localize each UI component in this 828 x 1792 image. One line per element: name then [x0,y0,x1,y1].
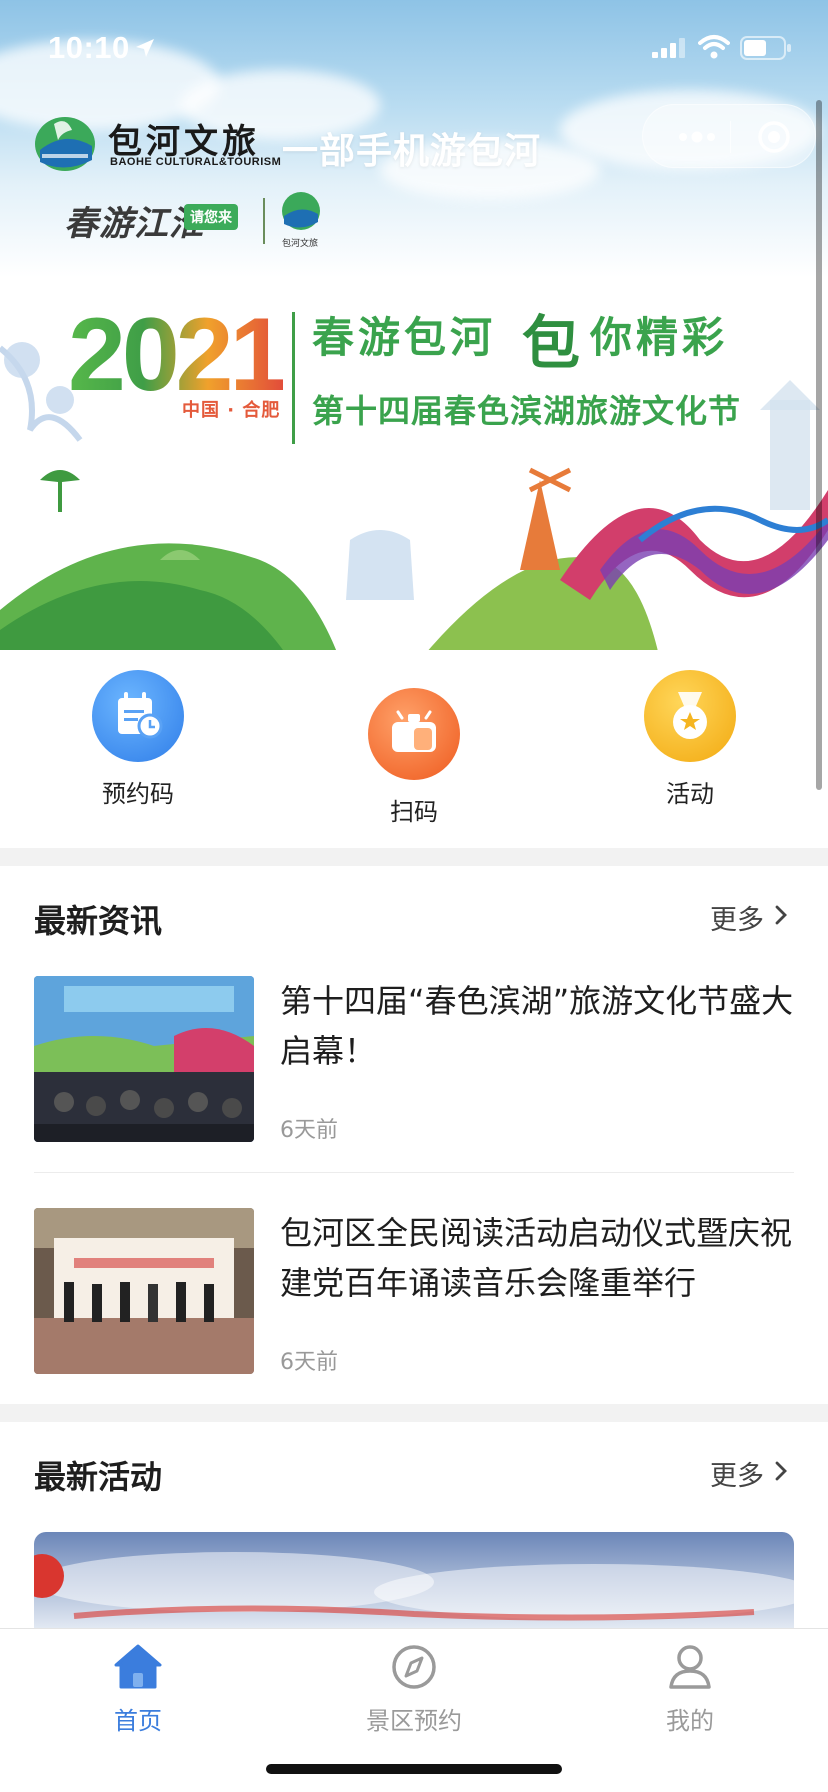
location-arrow-icon [136,39,154,57]
calendar-clock-icon [92,670,184,762]
status-bar: 10:10 [0,0,828,96]
quick-action-label: 扫码 [390,798,438,826]
tab-label: 景区预约 [366,1707,462,1735]
spring-campaign-text: 春游江淮 [64,204,204,244]
more-link-label: 更多 [710,1461,764,1492]
news-section: 最新资讯 更多 第十四届“春色滨湖”旅游文化节盛大启幕！ 6天前 包河区全民阅读… [0,866,828,1404]
user-icon [669,1645,711,1689]
status-time: 10:10 [48,30,130,65]
tab-label: 首页 [114,1707,162,1735]
divider [34,1172,794,1173]
close-target-icon[interactable] [757,120,791,154]
activity-banner[interactable] [34,1532,794,1632]
tab-profile[interactable]: 我的 [610,1643,770,1736]
miniprogram-capsule [642,104,816,168]
medal-icon [644,670,736,762]
divider [263,198,265,244]
quick-action-label: 预约码 [102,780,174,808]
more-dots-icon[interactable] [677,129,717,145]
quick-action-scan[interactable]: 扫码 [334,688,494,827]
news-time: 6天前 [280,1118,338,1143]
scan-icon [368,688,460,780]
capsule-divider [730,121,731,153]
section-title: 最新活动 [34,1458,163,1496]
signal-icon [652,38,685,58]
slogan: 一部手机游包河 [282,131,542,172]
tab-scenic-reservation[interactable]: 景区预约 [334,1643,494,1736]
tab-label: 我的 [666,1707,714,1735]
activities-section: 最新活动 更多 [0,1422,828,1632]
news-thumbnail [34,976,254,1142]
section-title: 最新资讯 [34,902,163,940]
news-title: 包河区全民阅读活动启动仪式暨庆祝建党百年诵读音乐会隆重举行 [280,1214,793,1302]
wifi-icon [698,35,730,59]
quick-action-label: 活动 [666,780,714,808]
news-thumbnail [34,1208,254,1374]
brand-subtitle: BAOHE CULTURAL&TOURISM [110,156,282,168]
scenery-illustration [0,342,828,660]
news-item[interactable]: 第十四届“春色滨湖”旅游文化节盛大启幕！ 6天前 [34,976,794,1143]
more-link-label: 更多 [710,905,764,936]
quick-actions: 预约码 扫码 活动 [0,650,828,848]
news-item[interactable]: 包河区全民阅读活动启动仪式暨庆祝建党百年诵读音乐会隆重举行 6天前 [34,1208,794,1375]
home-icon [114,1644,162,1689]
scrollbar[interactable] [816,100,822,790]
news-time: 6天前 [280,1350,338,1375]
quick-action-activities[interactable]: 活动 [610,670,770,809]
small-logo-icon [282,192,320,230]
compass-icon [392,1645,436,1689]
home-indicator[interactable] [266,1764,562,1774]
chevron-right-icon [775,905,787,925]
battery-icon [740,36,791,60]
quick-action-reservation-code[interactable]: 预约码 [58,670,218,809]
news-title: 第十四届“春色滨湖”旅游文化节盛大启幕！ [280,982,794,1070]
brand-logo-icon [35,117,95,171]
tab-home[interactable]: 首页 [58,1643,218,1736]
hero-banner: 10:10 包河文旅 BAOHE CULTURAL&TOURISM 一部手机游包… [0,0,828,660]
chevron-right-icon [775,1461,787,1481]
spring-campaign-tag: 请您来 [184,204,238,230]
small-logo-text: 包河文旅 [282,239,319,249]
